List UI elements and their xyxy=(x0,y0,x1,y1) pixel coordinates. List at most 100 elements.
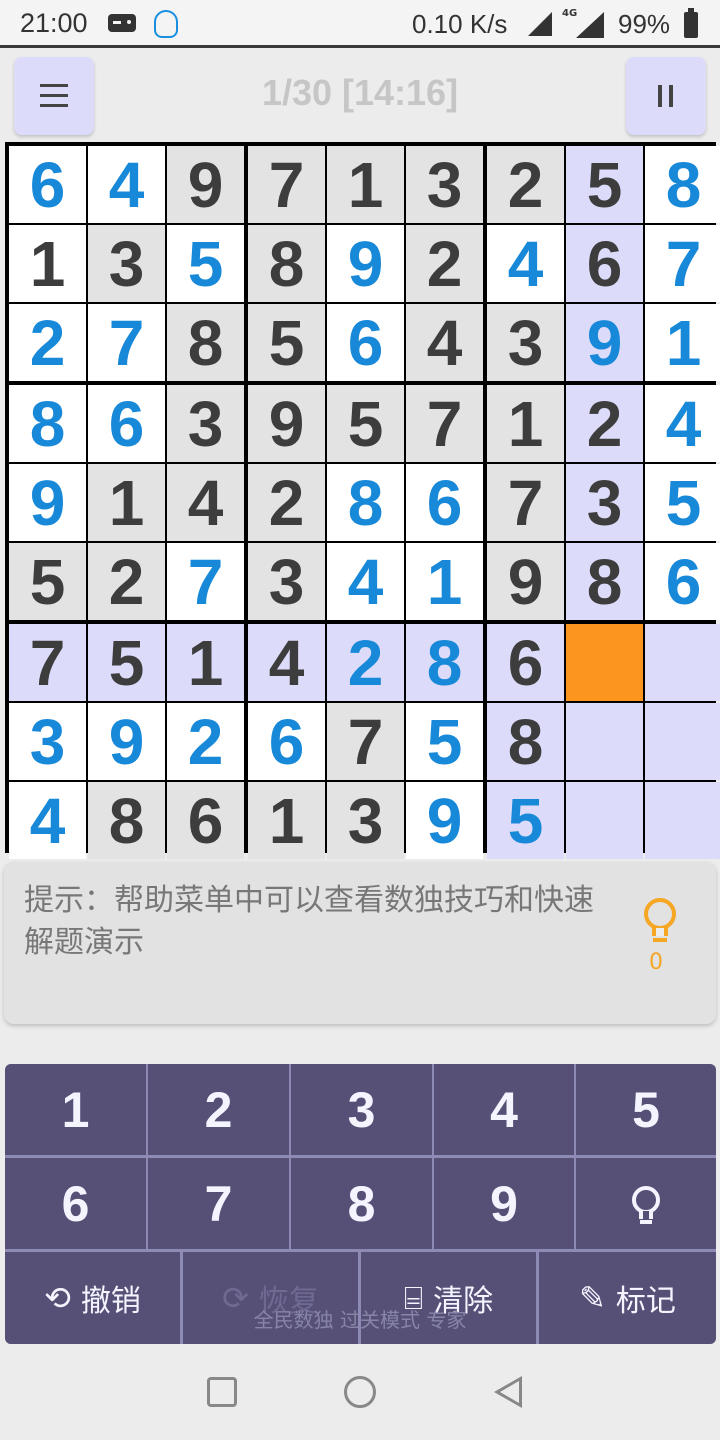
sudoku-cell-r2c7[interactable]: 4 xyxy=(487,225,564,302)
sudoku-cell-r7c8[interactable] xyxy=(566,624,643,701)
sudoku-cell-r1c8[interactable]: 5 xyxy=(566,146,643,223)
sudoku-cell-r5c7[interactable]: 7 xyxy=(487,464,564,541)
sudoku-cell-r8c7[interactable]: 8 xyxy=(487,703,564,780)
sudoku-cell-r6c3[interactable]: 7 xyxy=(167,543,244,620)
sudoku-cell-r8c5[interactable]: 7 xyxy=(327,703,404,780)
sudoku-cell-r6c2[interactable]: 2 xyxy=(88,543,165,620)
sudoku-cell-r3c5[interactable]: 6 xyxy=(327,304,404,381)
menu-button[interactable] xyxy=(14,57,94,135)
sudoku-cell-r4c1[interactable]: 8 xyxy=(9,385,86,462)
sudoku-cell-r2c6[interactable]: 2 xyxy=(406,225,483,302)
sudoku-cell-r6c7[interactable]: 9 xyxy=(487,543,564,620)
sudoku-cell-r9c2[interactable]: 8 xyxy=(88,782,165,859)
redo-button[interactable]: ⟳ 恢复 xyxy=(183,1252,358,1344)
sudoku-cell-r7c9[interactable] xyxy=(645,624,720,701)
sudoku-cell-r5c8[interactable]: 3 xyxy=(566,464,643,541)
sudoku-cell-r9c4[interactable]: 1 xyxy=(248,782,325,859)
sudoku-cell-r2c4[interactable]: 8 xyxy=(248,225,325,302)
sudoku-cell-r1c6[interactable]: 3 xyxy=(406,146,483,223)
lightbulb-icon[interactable] xyxy=(640,898,680,946)
sudoku-cell-r2c5[interactable]: 9 xyxy=(327,225,404,302)
sudoku-cell-r3c1[interactable]: 2 xyxy=(9,304,86,381)
sudoku-cell-r2c3[interactable]: 5 xyxy=(167,225,244,302)
sudoku-cell-r9c8[interactable] xyxy=(566,782,643,859)
recent-apps-icon[interactable] xyxy=(207,1377,237,1407)
sudoku-cell-r5c1[interactable]: 9 xyxy=(9,464,86,541)
sudoku-cell-r4c2[interactable]: 6 xyxy=(88,385,165,462)
sudoku-cell-r9c7[interactable]: 5 xyxy=(487,782,564,859)
sudoku-cell-r7c2[interactable]: 5 xyxy=(88,624,165,701)
key-8[interactable]: 8 xyxy=(291,1158,432,1249)
hint-key[interactable] xyxy=(576,1158,716,1249)
key-5[interactable]: 5 xyxy=(576,1064,716,1155)
sudoku-cell-r5c5[interactable]: 8 xyxy=(327,464,404,541)
key-9[interactable]: 9 xyxy=(434,1158,574,1249)
clear-button[interactable]: ⌸ 清除 xyxy=(361,1252,536,1344)
sudoku-cell-r8c6[interactable]: 5 xyxy=(406,703,483,780)
undo-button[interactable]: ⟲ 撤销 xyxy=(5,1252,180,1344)
sudoku-cell-r8c8[interactable] xyxy=(566,703,643,780)
sudoku-cell-r4c9[interactable]: 4 xyxy=(645,385,720,462)
sudoku-cell-r6c9[interactable]: 6 xyxy=(645,543,720,620)
sudoku-cell-r9c6[interactable]: 9 xyxy=(406,782,483,859)
sudoku-cell-r4c7[interactable]: 1 xyxy=(487,385,564,462)
sudoku-cell-r9c5[interactable]: 3 xyxy=(327,782,404,859)
sudoku-cell-r2c9[interactable]: 7 xyxy=(645,225,720,302)
sudoku-cell-r7c6[interactable]: 8 xyxy=(406,624,483,701)
sudoku-cell-r5c3[interactable]: 4 xyxy=(167,464,244,541)
key-3[interactable]: 3 xyxy=(291,1064,432,1155)
sudoku-cell-r8c4[interactable]: 6 xyxy=(248,703,325,780)
sudoku-cell-r4c6[interactable]: 7 xyxy=(406,385,483,462)
sudoku-cell-r6c4[interactable]: 3 xyxy=(248,543,325,620)
sudoku-cell-r7c5[interactable]: 2 xyxy=(327,624,404,701)
key-7[interactable]: 7 xyxy=(148,1158,289,1249)
home-icon[interactable] xyxy=(344,1376,376,1408)
sudoku-cell-r1c1[interactable]: 6 xyxy=(9,146,86,223)
sudoku-cell-r4c4[interactable]: 9 xyxy=(248,385,325,462)
sudoku-cell-r8c1[interactable]: 3 xyxy=(9,703,86,780)
sudoku-cell-r7c1[interactable]: 7 xyxy=(9,624,86,701)
sudoku-cell-r6c1[interactable]: 5 xyxy=(9,543,86,620)
sudoku-cell-r5c2[interactable]: 1 xyxy=(88,464,165,541)
sudoku-cell-r2c8[interactable]: 6 xyxy=(566,225,643,302)
sudoku-cell-r5c6[interactable]: 6 xyxy=(406,464,483,541)
sudoku-cell-r7c4[interactable]: 4 xyxy=(248,624,325,701)
sudoku-cell-r6c6[interactable]: 1 xyxy=(406,543,483,620)
sudoku-cell-r7c3[interactable]: 1 xyxy=(167,624,244,701)
sudoku-cell-r1c9[interactable]: 8 xyxy=(645,146,720,223)
sudoku-cell-r2c1[interactable]: 1 xyxy=(9,225,86,302)
sudoku-cell-r7c7[interactable]: 6 xyxy=(487,624,564,701)
sudoku-cell-r8c3[interactable]: 2 xyxy=(167,703,244,780)
sudoku-cell-r4c8[interactable]: 2 xyxy=(566,385,643,462)
sudoku-cell-r6c8[interactable]: 8 xyxy=(566,543,643,620)
sudoku-cell-r1c5[interactable]: 1 xyxy=(327,146,404,223)
sudoku-cell-r6c5[interactable]: 4 xyxy=(327,543,404,620)
sudoku-cell-r8c2[interactable]: 9 xyxy=(88,703,165,780)
sudoku-cell-r4c5[interactable]: 5 xyxy=(327,385,404,462)
sudoku-cell-r3c6[interactable]: 4 xyxy=(406,304,483,381)
sudoku-cell-r1c7[interactable]: 2 xyxy=(487,146,564,223)
sudoku-cell-r3c9[interactable]: 1 xyxy=(645,304,720,381)
sudoku-cell-r1c4[interactable]: 7 xyxy=(248,146,325,223)
sudoku-cell-r9c3[interactable]: 6 xyxy=(167,782,244,859)
sudoku-cell-r2c2[interactable]: 3 xyxy=(88,225,165,302)
sudoku-cell-r3c7[interactable]: 3 xyxy=(487,304,564,381)
pause-button[interactable] xyxy=(626,57,706,135)
sudoku-cell-r8c9[interactable] xyxy=(645,703,720,780)
sudoku-cell-r3c8[interactable]: 9 xyxy=(566,304,643,381)
sudoku-cell-r4c3[interactable]: 3 xyxy=(167,385,244,462)
sudoku-cell-r5c9[interactable]: 5 xyxy=(645,464,720,541)
sudoku-cell-r1c2[interactable]: 4 xyxy=(88,146,165,223)
back-icon[interactable] xyxy=(494,1376,524,1408)
key-2[interactable]: 2 xyxy=(148,1064,289,1155)
key-4[interactable]: 4 xyxy=(434,1064,574,1155)
sudoku-cell-r9c9[interactable] xyxy=(645,782,720,859)
sudoku-cell-r3c2[interactable]: 7 xyxy=(88,304,165,381)
sudoku-cell-r3c3[interactable]: 8 xyxy=(167,304,244,381)
key-6[interactable]: 6 xyxy=(5,1158,146,1249)
sudoku-cell-r9c1[interactable]: 4 xyxy=(9,782,86,859)
mark-button[interactable]: ✎ 标记 xyxy=(539,1252,716,1344)
key-1[interactable]: 1 xyxy=(5,1064,146,1155)
sudoku-cell-r1c3[interactable]: 9 xyxy=(167,146,244,223)
sudoku-cell-r3c4[interactable]: 5 xyxy=(248,304,325,381)
